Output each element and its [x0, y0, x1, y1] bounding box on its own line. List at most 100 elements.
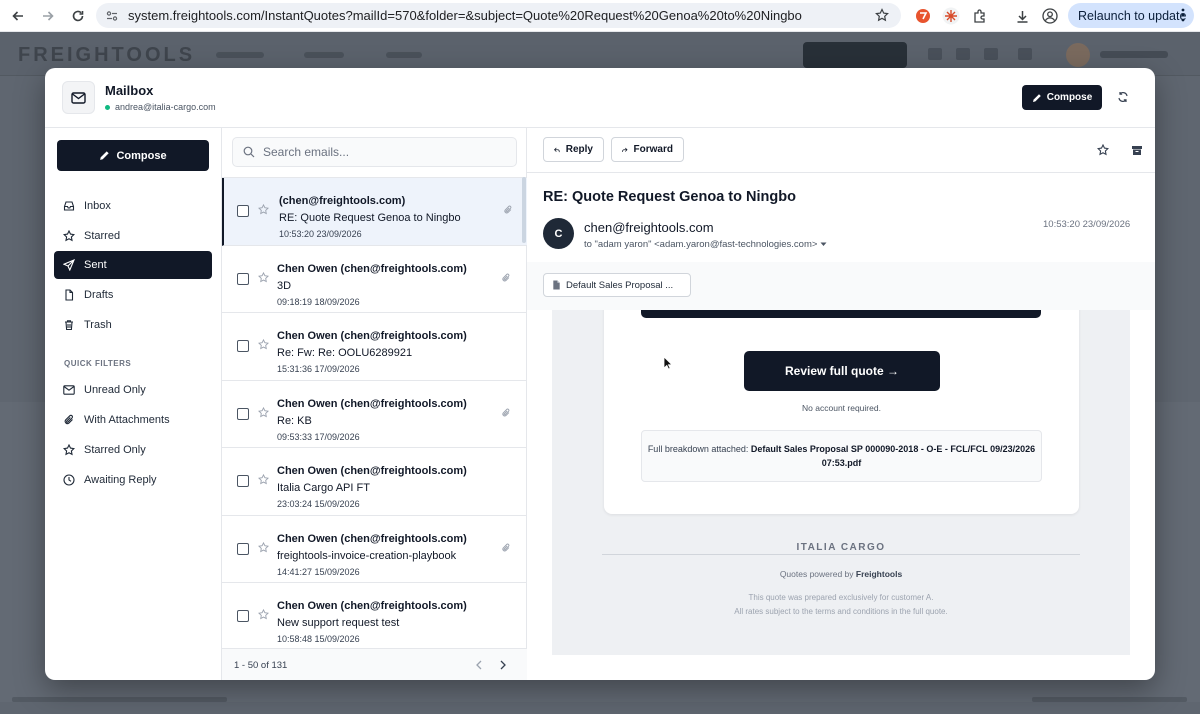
inbox-icon [63, 200, 75, 212]
footer-note-exclusive: This quote was prepared exclusively for … [748, 593, 934, 602]
search-input[interactable] [263, 145, 493, 159]
sender-email: chen@freightools.com [584, 220, 714, 235]
email-subject: freightools-invoice-creation-playbook [277, 549, 457, 562]
attachment-icon [501, 273, 511, 283]
relaunch-label: Relaunch to update [1078, 8, 1187, 23]
filter-starred-only[interactable]: Starred Only [54, 436, 212, 464]
email-checkbox[interactable] [237, 340, 249, 352]
email-checkbox[interactable] [237, 407, 249, 420]
download-icon[interactable] [1012, 6, 1032, 26]
recipient-line[interactable]: to "adam yaron" <adam.yaron@fast-technol… [584, 239, 827, 250]
review-full-quote-button[interactable]: Review full quote → [744, 351, 940, 391]
prev-page-icon[interactable] [472, 658, 486, 672]
background-icon [1018, 48, 1032, 60]
email-sender: Chen Owen (chen@freightools.com) [277, 465, 467, 477]
email-body: Review full quote → No account required.… [552, 310, 1130, 655]
email-subject: Re: Fw: Re: OOLU6289921 [277, 347, 413, 359]
email-time: 10:58:48 15/09/2026 [277, 634, 360, 644]
email-row[interactable]: Chen Owen (chen@freightools.com) Re: Fw:… [222, 313, 527, 381]
account-email: andrea@italia-cargo.com [115, 102, 216, 112]
background-user-name [1100, 51, 1168, 58]
email-sender: Chen Owen (chen@freightools.com) [277, 600, 467, 612]
filter-awaiting-reply[interactable]: Awaiting Reply [54, 466, 212, 494]
reply-button[interactable]: Reply [543, 137, 604, 162]
email-checkbox[interactable] [237, 475, 249, 487]
email-star-icon[interactable] [258, 339, 269, 350]
next-page-icon[interactable] [496, 658, 510, 672]
header-compose-button[interactable]: Compose [1022, 85, 1102, 110]
attachment-icon [501, 408, 511, 418]
star-icon [63, 230, 75, 242]
email-checkbox[interactable] [237, 272, 249, 285]
sidebar-item-label: Trash [84, 319, 112, 331]
file-icon [63, 289, 75, 301]
email-row[interactable]: Chen Owen (chen@freightools.com) New sup… [222, 583, 527, 648]
reply-icon [554, 147, 560, 152]
extensions-puzzle-icon[interactable] [970, 6, 990, 26]
forward-button[interactable]: Forward [611, 137, 684, 162]
attachment-chip[interactable]: Default Sales Proposal ... [543, 273, 691, 297]
document-icon [553, 280, 560, 290]
site-info-icon[interactable] [106, 10, 118, 22]
pencil-icon [1032, 93, 1041, 102]
email-star-icon[interactable] [258, 609, 269, 620]
forward-icon[interactable] [36, 4, 60, 28]
sidebar-item-drafts[interactable]: Drafts [54, 281, 212, 309]
background-footer-left [12, 697, 227, 702]
email-sender: Chen Owen (chen@freightools.com) [277, 397, 467, 410]
bookmark-star-icon[interactable] [875, 8, 889, 22]
profile-icon[interactable] [1040, 6, 1060, 26]
forward-arrow-icon [622, 147, 628, 152]
refresh-icon[interactable] [1115, 89, 1131, 105]
sidebar-item-starred[interactable]: Starred [54, 222, 212, 250]
email-row[interactable]: (chen@freightools.com) RE: Quote Request… [222, 178, 527, 246]
footer-divider [602, 554, 1080, 555]
sidebar-compose-button[interactable]: Compose [57, 140, 209, 171]
email-star-icon[interactable] [258, 271, 269, 283]
back-icon[interactable] [6, 4, 30, 28]
archive-icon[interactable] [1131, 144, 1143, 156]
email-row[interactable]: Chen Owen (chen@freightools.com) 3D 09:1… [222, 246, 527, 313]
email-row[interactable]: Chen Owen (chen@freightools.com) Italia … [222, 448, 527, 516]
email-row[interactable]: Chen Owen (chen@freightools.com) Re: KB … [222, 381, 527, 448]
search-box[interactable] [232, 137, 517, 167]
background-logo: FREIGHTOOLS [18, 44, 196, 66]
email-rows: (chen@freightools.com) RE: Quote Request… [222, 177, 527, 648]
background-footer-right [1032, 697, 1187, 702]
email-reader: Reply Forward RE: Quote Request Genoa to… [527, 128, 1155, 680]
sidebar-item-trash[interactable]: Trash [54, 311, 212, 339]
relaunch-update-button[interactable]: Relaunch to update [1068, 3, 1194, 28]
filter-with-attachments[interactable]: With Attachments [54, 406, 212, 434]
extension-red-icon[interactable] [913, 6, 933, 26]
background-icon [928, 48, 942, 60]
filter-label: With Attachments [84, 414, 170, 426]
email-star-icon[interactable] [258, 406, 269, 418]
address-bar[interactable]: system.freightools.com/InstantQuotes?mai… [96, 3, 901, 28]
list-scrollbar[interactable] [522, 177, 526, 243]
extension-spark-icon[interactable] [941, 6, 961, 26]
breakdown-prefix: Full breakdown attached: [647, 444, 749, 454]
email-checkbox[interactable] [237, 542, 249, 555]
star-email-icon[interactable] [1097, 144, 1109, 156]
email-star-icon[interactable] [258, 541, 269, 553]
background-nav-item [216, 52, 264, 58]
sidebar-item-inbox[interactable]: Inbox [54, 192, 212, 220]
email-star-icon[interactable] [258, 204, 269, 215]
footer-brand: ITALIA CARGO [796, 542, 886, 553]
email-sender: Chen Owen (chen@freightools.com) [277, 330, 467, 342]
background-avatar [1066, 43, 1090, 67]
email-row[interactable]: Chen Owen (chen@freightools.com) freight… [222, 516, 527, 583]
background-button [803, 42, 907, 68]
email-star-icon[interactable] [258, 474, 269, 485]
background-nav-item [304, 52, 344, 58]
menu-dots-icon[interactable] [1181, 7, 1185, 26]
online-status-dot [105, 104, 110, 110]
email-checkbox[interactable] [237, 205, 249, 217]
sidebar-item-label: Drafts [84, 289, 114, 301]
reload-icon[interactable] [66, 4, 90, 28]
forward-label: Forward [633, 144, 673, 155]
email-checkbox[interactable] [237, 610, 249, 622]
sidebar-item-sent[interactable]: Sent [54, 251, 212, 279]
caret-down-icon[interactable] [820, 242, 827, 247]
filter-unread-only[interactable]: Unread Only [54, 376, 212, 404]
